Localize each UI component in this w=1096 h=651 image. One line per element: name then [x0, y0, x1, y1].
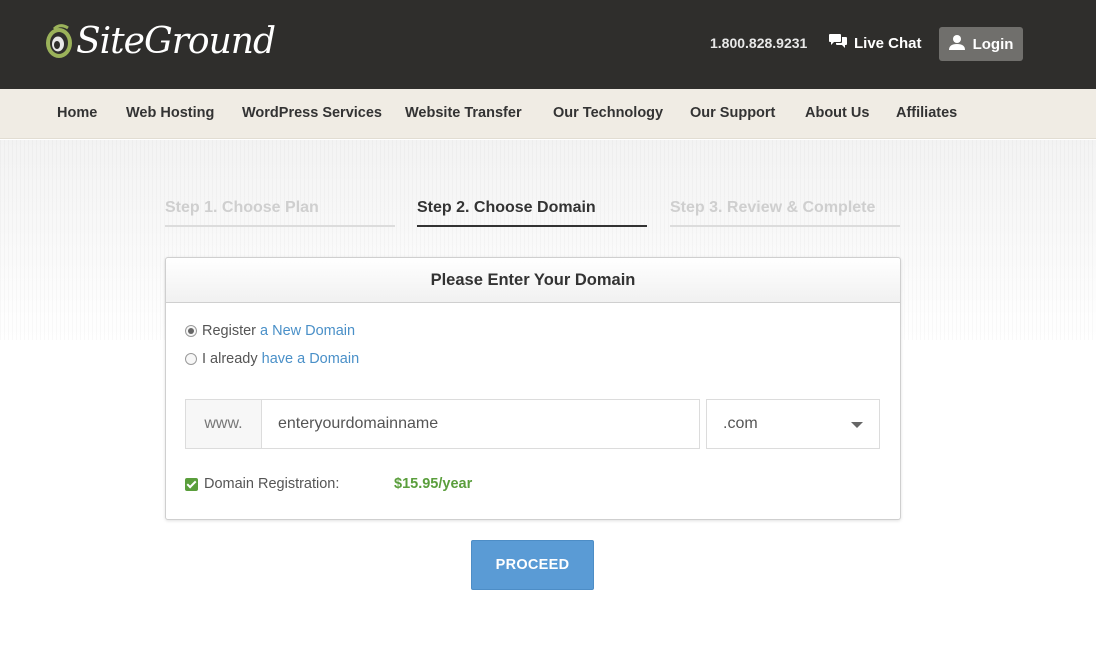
option-register-link[interactable]: a New Domain [260, 323, 355, 339]
domain-registration-checkbox[interactable] [185, 477, 198, 491]
option-existing-prefix: I already [202, 351, 258, 367]
option-existing-link[interactable]: have a Domain [262, 351, 360, 367]
domain-input[interactable] [261, 399, 700, 449]
nav-item-about-us[interactable]: About Us [805, 105, 869, 121]
domain-registration-row: Domain Registration: [185, 476, 339, 492]
nav-item-our-technology[interactable]: Our Technology [553, 105, 663, 121]
chat-bubbles-icon [829, 33, 847, 53]
nav-item-website-transfer[interactable]: Website Transfer [405, 105, 522, 121]
domain-panel: Please Enter Your Domain Register a New … [165, 257, 901, 520]
domain-registration-label: Domain Registration: [204, 476, 340, 492]
nav-item-wordpress-services[interactable]: WordPress Services [242, 105, 382, 121]
option-existing-domain[interactable]: I already have a Domain [185, 351, 359, 367]
phone-number[interactable]: 1.800.828.9231 [710, 35, 807, 51]
step-choose-domain: Step 2. Choose Domain [417, 199, 647, 227]
login-label: Login [972, 35, 1014, 53]
domain-registration-price: $15.95/year [394, 476, 473, 492]
radio-register-new[interactable] [185, 325, 197, 337]
main-nav: Home Web Hosting WordPress Services Webs… [0, 89, 1096, 139]
siteground-logo[interactable]: SiteGround [44, 20, 276, 64]
brand-name: SiteGround [76, 21, 276, 62]
option-register-new-domain[interactable]: Register a New Domain [185, 323, 355, 339]
siteground-logo-icon [44, 21, 74, 63]
login-button[interactable]: Login [939, 27, 1023, 61]
tld-select[interactable]: .com [706, 399, 880, 449]
radio-existing-domain[interactable] [185, 353, 197, 365]
proceed-button[interactable]: PROCEED [471, 540, 594, 590]
nav-item-our-support[interactable]: Our Support [690, 105, 775, 121]
nav-item-web-hosting[interactable]: Web Hosting [126, 105, 214, 121]
tld-selected-value: .com [723, 415, 758, 432]
live-chat-label: Live Chat [854, 34, 922, 52]
www-prefix: www. [185, 399, 262, 449]
panel-title: Please Enter Your Domain [166, 258, 900, 303]
user-icon [948, 34, 965, 54]
nav-item-affiliates[interactable]: Affiliates [896, 105, 957, 121]
live-chat-link[interactable]: Live Chat [829, 33, 922, 53]
option-register-prefix: Register [202, 323, 256, 339]
top-header: SiteGround 1.800.828.9231 Live Chat Logi… [0, 0, 1096, 89]
nav-item-home[interactable]: Home [57, 105, 97, 121]
chevron-down-icon [851, 422, 863, 428]
step-review-complete: Step 3. Review & Complete [670, 199, 900, 227]
step-choose-plan: Step 1. Choose Plan [165, 199, 395, 227]
